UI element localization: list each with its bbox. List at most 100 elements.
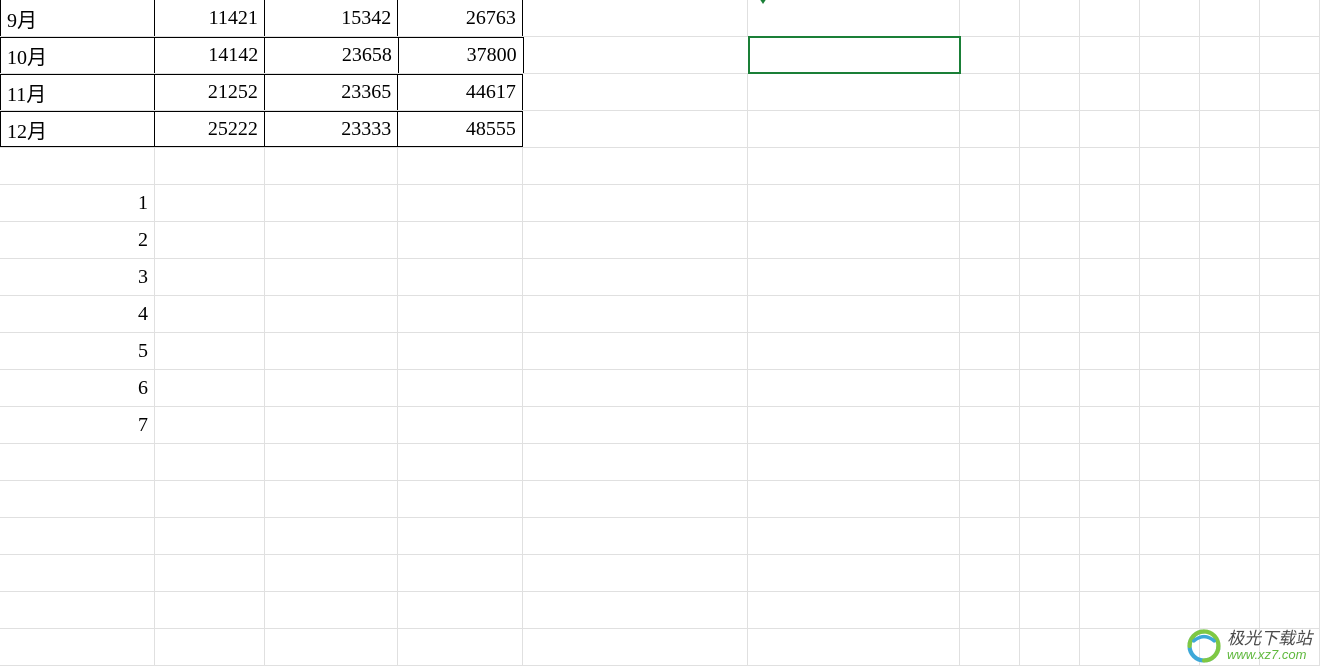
empty-cell[interactable] <box>1260 444 1320 480</box>
empty-cell[interactable] <box>960 0 1020 36</box>
empty-cell[interactable] <box>748 518 960 554</box>
empty-cell[interactable] <box>1200 0 1260 36</box>
empty-cell[interactable] <box>1260 555 1320 591</box>
empty-cell[interactable] <box>1200 518 1260 554</box>
empty-row[interactable] <box>0 518 1320 555</box>
table-row[interactable]: 10月 14142 23658 37800 <box>0 37 1320 74</box>
empty-cell[interactable] <box>523 555 748 591</box>
empty-cell[interactable] <box>1140 555 1200 591</box>
empty-cell[interactable] <box>265 296 398 332</box>
empty-cell[interactable] <box>1020 37 1080 73</box>
empty-cell[interactable] <box>1080 481 1140 517</box>
value-cell[interactable]: 44617 <box>398 74 523 110</box>
empty-cell[interactable] <box>1080 333 1140 369</box>
list-row[interactable]: 5 <box>0 333 1320 370</box>
empty-cell[interactable] <box>523 592 748 628</box>
empty-cell[interactable] <box>155 407 265 443</box>
number-cell[interactable]: 6 <box>0 370 155 406</box>
list-row[interactable]: 3 <box>0 259 1320 296</box>
table-row[interactable]: 11月 21252 23365 44617 <box>0 74 1320 111</box>
number-cell[interactable]: 3 <box>0 259 155 295</box>
empty-cell[interactable] <box>748 74 960 110</box>
empty-cell[interactable] <box>960 481 1020 517</box>
empty-cell[interactable] <box>960 222 1020 258</box>
empty-cell[interactable] <box>1260 185 1320 221</box>
list-row[interactable]: 1 <box>0 185 1320 222</box>
number-cell[interactable]: 2 <box>0 222 155 258</box>
empty-cell[interactable] <box>524 37 750 73</box>
empty-cell[interactable] <box>523 407 748 443</box>
empty-cell[interactable] <box>1080 148 1140 184</box>
empty-cell[interactable] <box>1140 333 1200 369</box>
value-cell[interactable]: 26763 <box>398 0 523 36</box>
empty-cell[interactable] <box>1080 111 1140 147</box>
empty-cell[interactable] <box>265 444 398 480</box>
value-cell[interactable]: 25222 <box>155 111 265 147</box>
empty-cell[interactable] <box>1080 74 1140 110</box>
empty-cell[interactable] <box>1020 333 1080 369</box>
list-row[interactable]: 4 <box>0 296 1320 333</box>
empty-cell[interactable] <box>0 444 155 480</box>
empty-cell[interactable] <box>960 37 1020 73</box>
empty-cell[interactable] <box>1200 37 1260 73</box>
empty-cell[interactable] <box>155 296 265 332</box>
empty-cell[interactable] <box>1140 370 1200 406</box>
empty-cell[interactable] <box>1080 370 1140 406</box>
empty-cell[interactable] <box>155 333 265 369</box>
empty-cell[interactable] <box>960 333 1020 369</box>
empty-cell[interactable] <box>1200 296 1260 332</box>
month-cell[interactable]: 10月 <box>0 37 155 73</box>
empty-cell[interactable] <box>1020 555 1080 591</box>
empty-cell[interactable] <box>1020 185 1080 221</box>
empty-cell[interactable] <box>960 185 1020 221</box>
value-cell[interactable]: 37800 <box>399 37 524 73</box>
empty-cell[interactable] <box>1020 481 1080 517</box>
empty-cell[interactable] <box>155 555 265 591</box>
number-cell[interactable]: 1 <box>0 185 155 221</box>
empty-cell[interactable] <box>748 0 960 36</box>
empty-cell[interactable] <box>960 370 1020 406</box>
empty-cell[interactable] <box>398 185 523 221</box>
empty-cell[interactable] <box>1200 555 1260 591</box>
empty-cell[interactable] <box>523 111 748 147</box>
empty-cell[interactable] <box>1140 518 1200 554</box>
empty-cell[interactable] <box>0 148 155 184</box>
empty-cell[interactable] <box>398 296 523 332</box>
empty-cell[interactable] <box>523 518 748 554</box>
empty-cell[interactable] <box>265 518 398 554</box>
empty-cell[interactable] <box>1080 259 1140 295</box>
empty-cell[interactable] <box>1140 0 1200 36</box>
empty-cell[interactable] <box>398 333 523 369</box>
empty-cell[interactable] <box>398 592 523 628</box>
empty-cell[interactable] <box>265 370 398 406</box>
empty-cell[interactable] <box>1020 222 1080 258</box>
empty-cell[interactable] <box>1200 222 1260 258</box>
empty-cell[interactable] <box>265 555 398 591</box>
empty-cell[interactable] <box>1260 481 1320 517</box>
selected-cell[interactable] <box>748 36 960 74</box>
empty-cell[interactable] <box>1260 592 1320 628</box>
empty-cell[interactable] <box>960 259 1020 295</box>
value-cell[interactable]: 21252 <box>155 74 265 110</box>
empty-cell[interactable] <box>523 0 748 36</box>
list-row[interactable]: 6 <box>0 370 1320 407</box>
empty-cell[interactable] <box>960 592 1020 628</box>
empty-cell[interactable] <box>398 148 523 184</box>
empty-cell[interactable] <box>155 592 265 628</box>
empty-cell[interactable] <box>155 481 265 517</box>
value-cell[interactable]: 23365 <box>265 74 398 110</box>
empty-row[interactable] <box>0 592 1320 629</box>
empty-cell[interactable] <box>1020 592 1080 628</box>
empty-cell[interactable] <box>398 259 523 295</box>
empty-cell[interactable] <box>748 555 960 591</box>
empty-cell[interactable] <box>1080 592 1140 628</box>
empty-cell[interactable] <box>960 518 1020 554</box>
empty-cell[interactable] <box>748 111 960 147</box>
empty-cell[interactable] <box>1080 518 1140 554</box>
empty-cell[interactable] <box>748 296 960 332</box>
empty-cell[interactable] <box>265 592 398 628</box>
empty-cell[interactable] <box>1020 629 1080 665</box>
empty-cell[interactable] <box>1020 0 1080 36</box>
empty-cell[interactable] <box>1020 518 1080 554</box>
empty-cell[interactable] <box>960 111 1020 147</box>
